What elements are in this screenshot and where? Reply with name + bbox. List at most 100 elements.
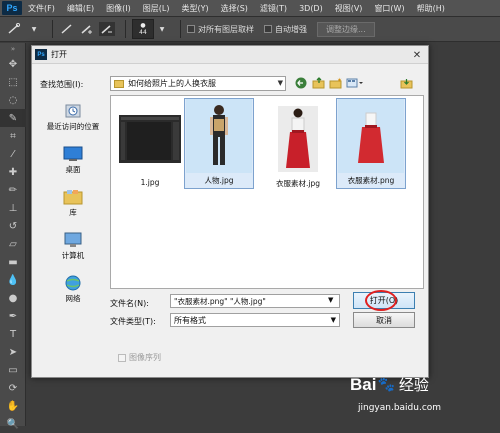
libraries-icon [63,189,83,205]
chevron-down-icon[interactable]: ▼ [278,79,283,87]
auto-enhance-label: 自动增强 [275,24,307,34]
image-sequence-checkbox[interactable] [118,353,126,362]
photoshop-logo: Ps [2,1,22,15]
close-icon[interactable]: ✕ [410,49,424,61]
auto-enhance-checkbox[interactable] [264,25,272,33]
refine-edge-button[interactable]: 调整边缘... [317,21,375,37]
place-libraries[interactable]: 库 [38,182,108,224]
file-type-select[interactable]: 所有格式 ▼ [170,313,340,327]
eyedropper-tool-icon[interactable]: ⁄ [0,145,26,163]
history-brush-tool-icon[interactable]: ↺ [0,217,26,235]
healing-brush-tool-icon[interactable]: ✚ [0,163,26,181]
thumbnail [338,99,404,173]
photoshop-logo: Ps [35,49,47,60]
place-label: 最近访问的位置 [46,121,100,131]
file-name-input[interactable]: "衣服素材.png" "人物.jpg" [170,294,340,308]
add-to-selection-icon[interactable] [79,22,95,36]
place-network[interactable]: 网络 [38,268,108,310]
pen-tool-icon[interactable]: ✒ [0,307,26,325]
menu-layer[interactable]: 图层(L) [143,3,170,14]
sample-all-layers-checkbox[interactable] [187,25,195,33]
new-selection-icon[interactable] [59,22,75,36]
file-list-view[interactable]: 1.jpg 人物.jpg 衣服素材.jpg 衣服素材.png [110,95,424,289]
baidu-brand: Bai [350,374,377,394]
folder-icon [114,79,124,88]
collapse-icon[interactable]: » [0,43,26,55]
desktop-icon [63,146,83,162]
thumbnail [117,102,183,176]
menu-image[interactable]: 图像(I) [106,3,131,14]
sample-all-layers-label: 对所有图层取样 [198,24,254,34]
place-label: 库 [69,207,77,217]
back-icon[interactable] [294,76,308,90]
blur-tool-icon[interactable]: 💧 [0,271,26,289]
file-name: 衣服素材.png [347,176,395,185]
marquee-tool-icon[interactable]: ⬚ [0,73,26,91]
file-name: 1.jpg [140,178,160,187]
clone-stamp-tool-icon[interactable]: ⊥ [0,199,26,217]
jingyan-text: 经验 [398,376,429,394]
open-dialog: Ps 打开 ✕ 查找范围(I): 如何给照片上的人换衣服 ▼ ✶ 最近访问的位置 [31,45,429,378]
recent-places-icon [63,103,83,119]
menu-3d[interactable]: 3D(D) [299,4,323,13]
chevron-down-icon[interactable]: ▼ [26,22,42,36]
place-desktop[interactable]: 桌面 [38,139,108,181]
file-name-label: 文件名(N): [110,299,149,308]
menu-bar: Ps 文件(F) 编辑(E) 图像(I) 图层(L) 类型(Y) 选择(S) 滤… [0,0,500,16]
file-item-clothes-jpg[interactable]: 衣服素材.jpg [263,102,333,191]
network-icon [63,275,83,291]
zoom-tool-icon[interactable]: 🔍 [0,415,26,433]
separator [125,20,126,38]
view-menu-icon[interactable] [345,76,365,90]
adobe-dialog-icon[interactable] [399,76,413,90]
file-item-1-jpg[interactable]: 1.jpg [115,102,185,189]
thumbnail [265,102,331,176]
file-item-person-jpg[interactable]: 人物.jpg [184,98,254,189]
image-sequence-option[interactable]: 图像序列 [118,352,161,363]
menu-view[interactable]: 视图(V) [335,3,363,14]
up-folder-icon[interactable] [311,76,325,90]
hand-tool-icon[interactable]: ✋ [0,397,26,415]
menu-help[interactable]: 帮助(H) [417,3,445,14]
brush-size-picker[interactable]: ● 44 [132,19,154,39]
crop-tool-icon[interactable]: ⌗ [0,127,26,145]
move-tool-icon[interactable]: ✥ [0,55,26,73]
separator [52,20,53,38]
file-item-clothes-png[interactable]: 衣服素材.png [336,98,406,189]
cancel-button[interactable]: 取消 [353,312,415,328]
menu-select[interactable]: 选择(S) [221,3,248,14]
menu-window[interactable]: 窗口(W) [374,3,404,14]
shape-tool-icon[interactable]: ▭ [0,361,26,379]
image-sequence-label: 图像序列 [129,353,161,362]
chevron-down-icon[interactable]: ▼ [154,22,170,36]
chevron-down-icon[interactable]: ▼ [331,316,336,324]
place-label: 网络 [65,293,81,303]
new-folder-icon[interactable]: ✶ [328,76,342,90]
baidu-logo: Bai 🐾 经验 [350,374,429,395]
watermark-url: jingyan.baidu.com [358,403,442,413]
quick-selection-tool-icon[interactable] [6,22,22,36]
menu-type[interactable]: 类型(Y) [181,3,208,14]
menu-filter[interactable]: 滤镜(T) [260,3,287,14]
menu-edit[interactable]: 编辑(E) [67,3,94,14]
dialog-titlebar: Ps 打开 ✕ [32,46,428,64]
gradient-tool-icon[interactable]: ▬ [0,253,26,271]
options-bar: ▼ ● 44 ▼ 对所有图层取样 自动增强 调整边缘... [0,16,500,42]
lasso-tool-icon[interactable]: ◌ [0,91,26,109]
type-tool-icon[interactable]: T [0,325,26,343]
subtract-from-selection-icon[interactable] [99,22,115,36]
3d-tool-icon[interactable]: ⟳ [0,379,26,397]
place-recent-places[interactable]: 最近访问的位置 [38,96,108,138]
place-computer[interactable]: 计算机 [38,225,108,267]
quick-selection-tool-icon[interactable]: ✎ [0,109,26,127]
path-selection-tool-icon[interactable]: ➤ [0,343,26,361]
place-label: 计算机 [61,250,85,260]
eraser-tool-icon[interactable]: ▱ [0,235,26,253]
dodge-tool-icon[interactable]: ● [0,289,26,307]
brush-tool-icon[interactable]: ✏ [0,181,26,199]
look-in-combo[interactable]: 如何给照片上的人换衣服 ▼ [110,76,286,91]
highlight-ring [365,290,397,311]
tools-panel: » ✥ ⬚ ◌ ✎ ⌗ ⁄ ✚ ✏ ⊥ ↺ ▱ ▬ 💧 ● ✒ T ➤ ▭ ⟳ … [0,43,26,430]
menu-file[interactable]: 文件(F) [28,3,55,14]
separator [180,20,181,38]
